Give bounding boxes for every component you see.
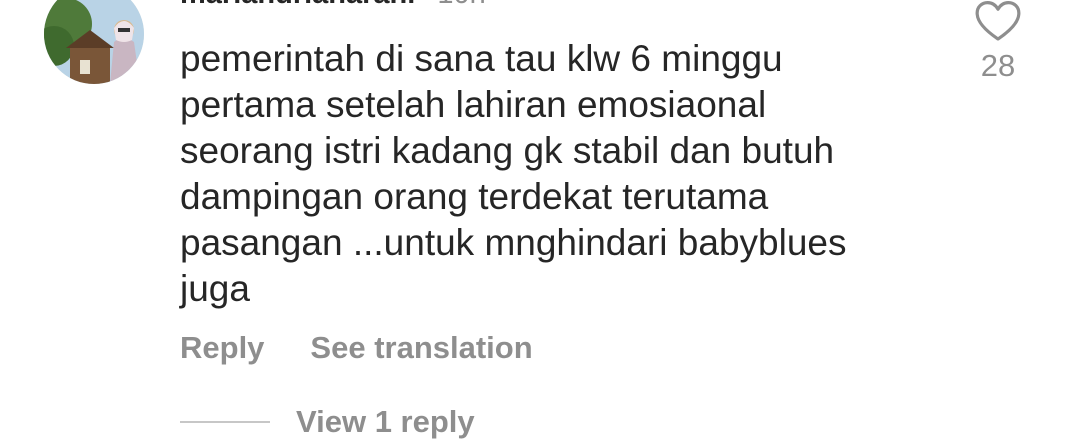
reply-button[interactable]: Reply xyxy=(180,330,264,366)
comment-actions: Reply See translation xyxy=(180,328,533,368)
comment-text-line: pertama setelah lahiran emosiaonal xyxy=(180,84,767,125)
view-replies-button[interactable]: View 1 reply xyxy=(180,402,475,442)
timestamp: 10h xyxy=(437,0,485,11)
comment-text-line: pemerintah di sana tau klw 6 minggu xyxy=(180,38,783,79)
comment-text-line: pasangan ...untuk mnghindari babyblues xyxy=(180,222,847,263)
comment-text: pemerintah di sana tau klw 6 minggu pert… xyxy=(180,36,940,312)
like-count: 28 xyxy=(980,48,1016,83)
view-replies-label: View 1 reply xyxy=(296,404,475,439)
replies-divider xyxy=(180,421,270,423)
comment-text-line: dampingan orang terdekat terutama xyxy=(180,176,769,217)
see-translation-button[interactable]: See translation xyxy=(310,330,532,366)
comment-header: mariandrianarani 10h xyxy=(180,0,486,14)
comment-text-line: juga xyxy=(180,268,250,309)
comment-text-line: seorang istri kadang gk stabil dan butuh xyxy=(180,130,835,171)
profile-photo-icon xyxy=(44,0,144,84)
like-control: 28 xyxy=(970,0,1026,84)
heart-outline-icon[interactable] xyxy=(974,0,1022,42)
username[interactable]: mariandrianarani xyxy=(180,0,415,11)
avatar[interactable] xyxy=(44,0,144,84)
comment-item: mariandrianarani 10h pemerintah di sana … xyxy=(0,0,1080,443)
